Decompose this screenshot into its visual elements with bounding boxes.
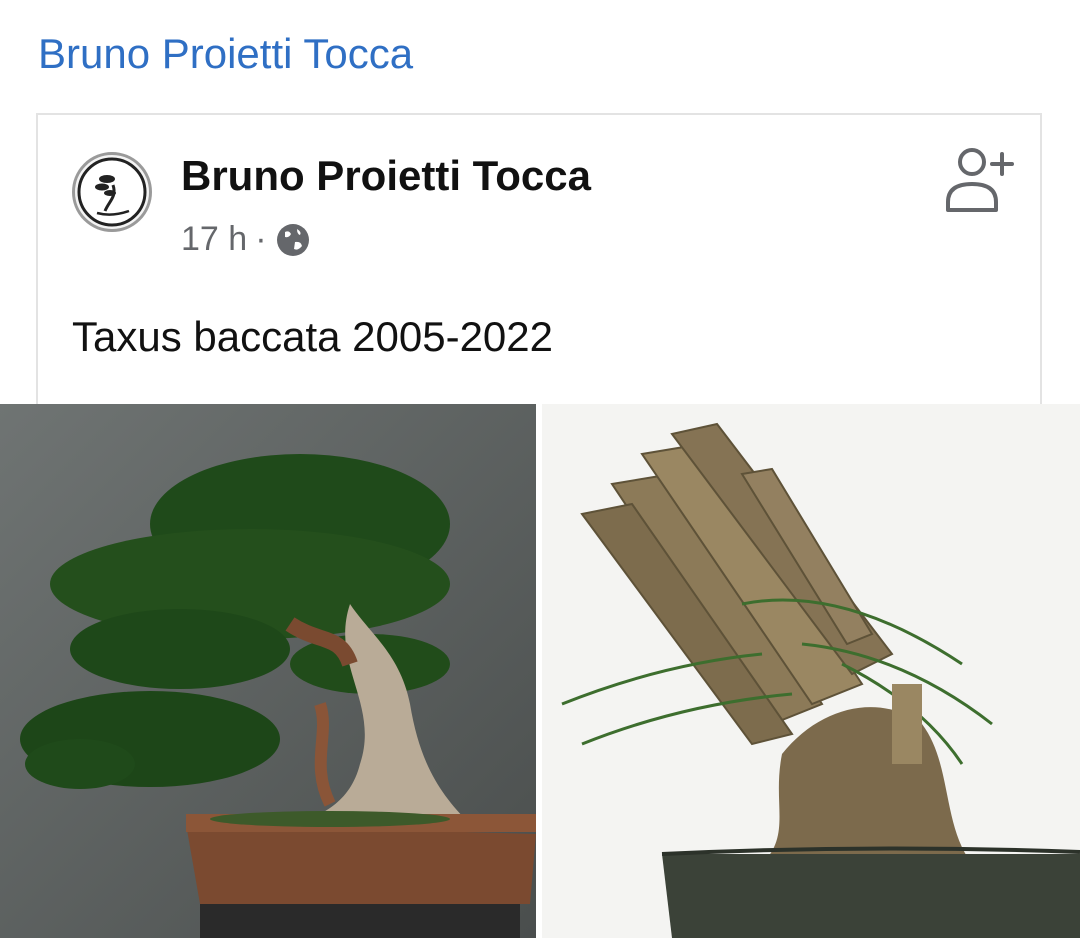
post-time[interactable]: 17 h [181, 220, 247, 259]
bonsai-logo-icon [77, 157, 147, 227]
post-author[interactable]: Bruno Proietti Tocca [181, 152, 591, 200]
meta-separator: · [255, 220, 267, 258]
photo-bonsai-after[interactable] [0, 404, 536, 938]
photo-bonsai-before[interactable] [542, 404, 1080, 938]
globe-icon[interactable] [275, 222, 311, 258]
post-text: Taxus baccata 2005-2022 [72, 313, 554, 360]
avatar[interactable] [72, 152, 152, 232]
add-friend-icon[interactable] [940, 142, 1020, 222]
page-title[interactable]: Bruno Proietti Tocca [38, 30, 413, 78]
post-meta: 17 h · [181, 220, 311, 259]
